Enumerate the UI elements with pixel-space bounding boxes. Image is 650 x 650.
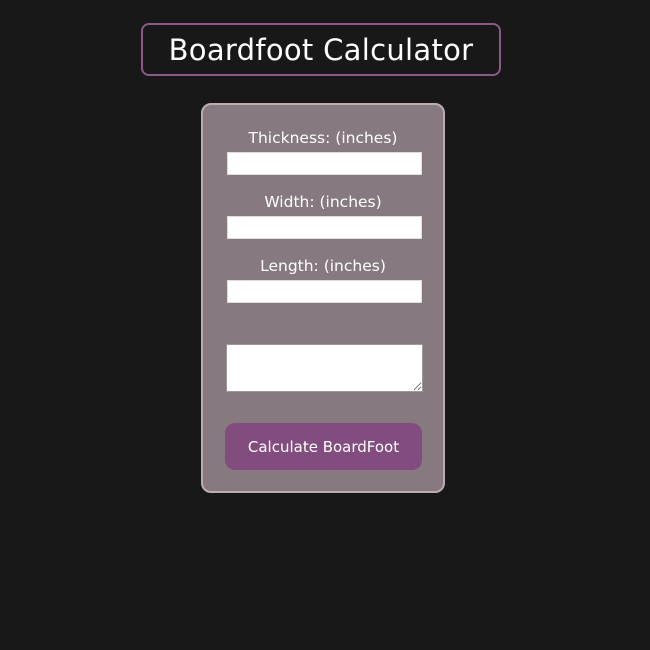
length-input[interactable] [227, 280, 422, 303]
length-label: Length: (inches) [260, 257, 386, 275]
page-title: Boardfoot Calculator [168, 32, 474, 67]
calculator-card: Thickness: (inches) Width: (inches) Leng… [201, 103, 445, 493]
thickness-input[interactable] [227, 152, 422, 175]
width-label: Width: (inches) [264, 193, 382, 211]
title-box: Boardfoot Calculator [141, 23, 501, 76]
thickness-label: Thickness: (inches) [248, 129, 398, 147]
width-input[interactable] [227, 216, 422, 239]
page: Boardfoot Calculator Thickness: (inches)… [0, 0, 650, 650]
calculate-boardfoot-button[interactable]: Calculate BoardFoot [225, 423, 422, 470]
result-textarea[interactable] [226, 344, 423, 392]
